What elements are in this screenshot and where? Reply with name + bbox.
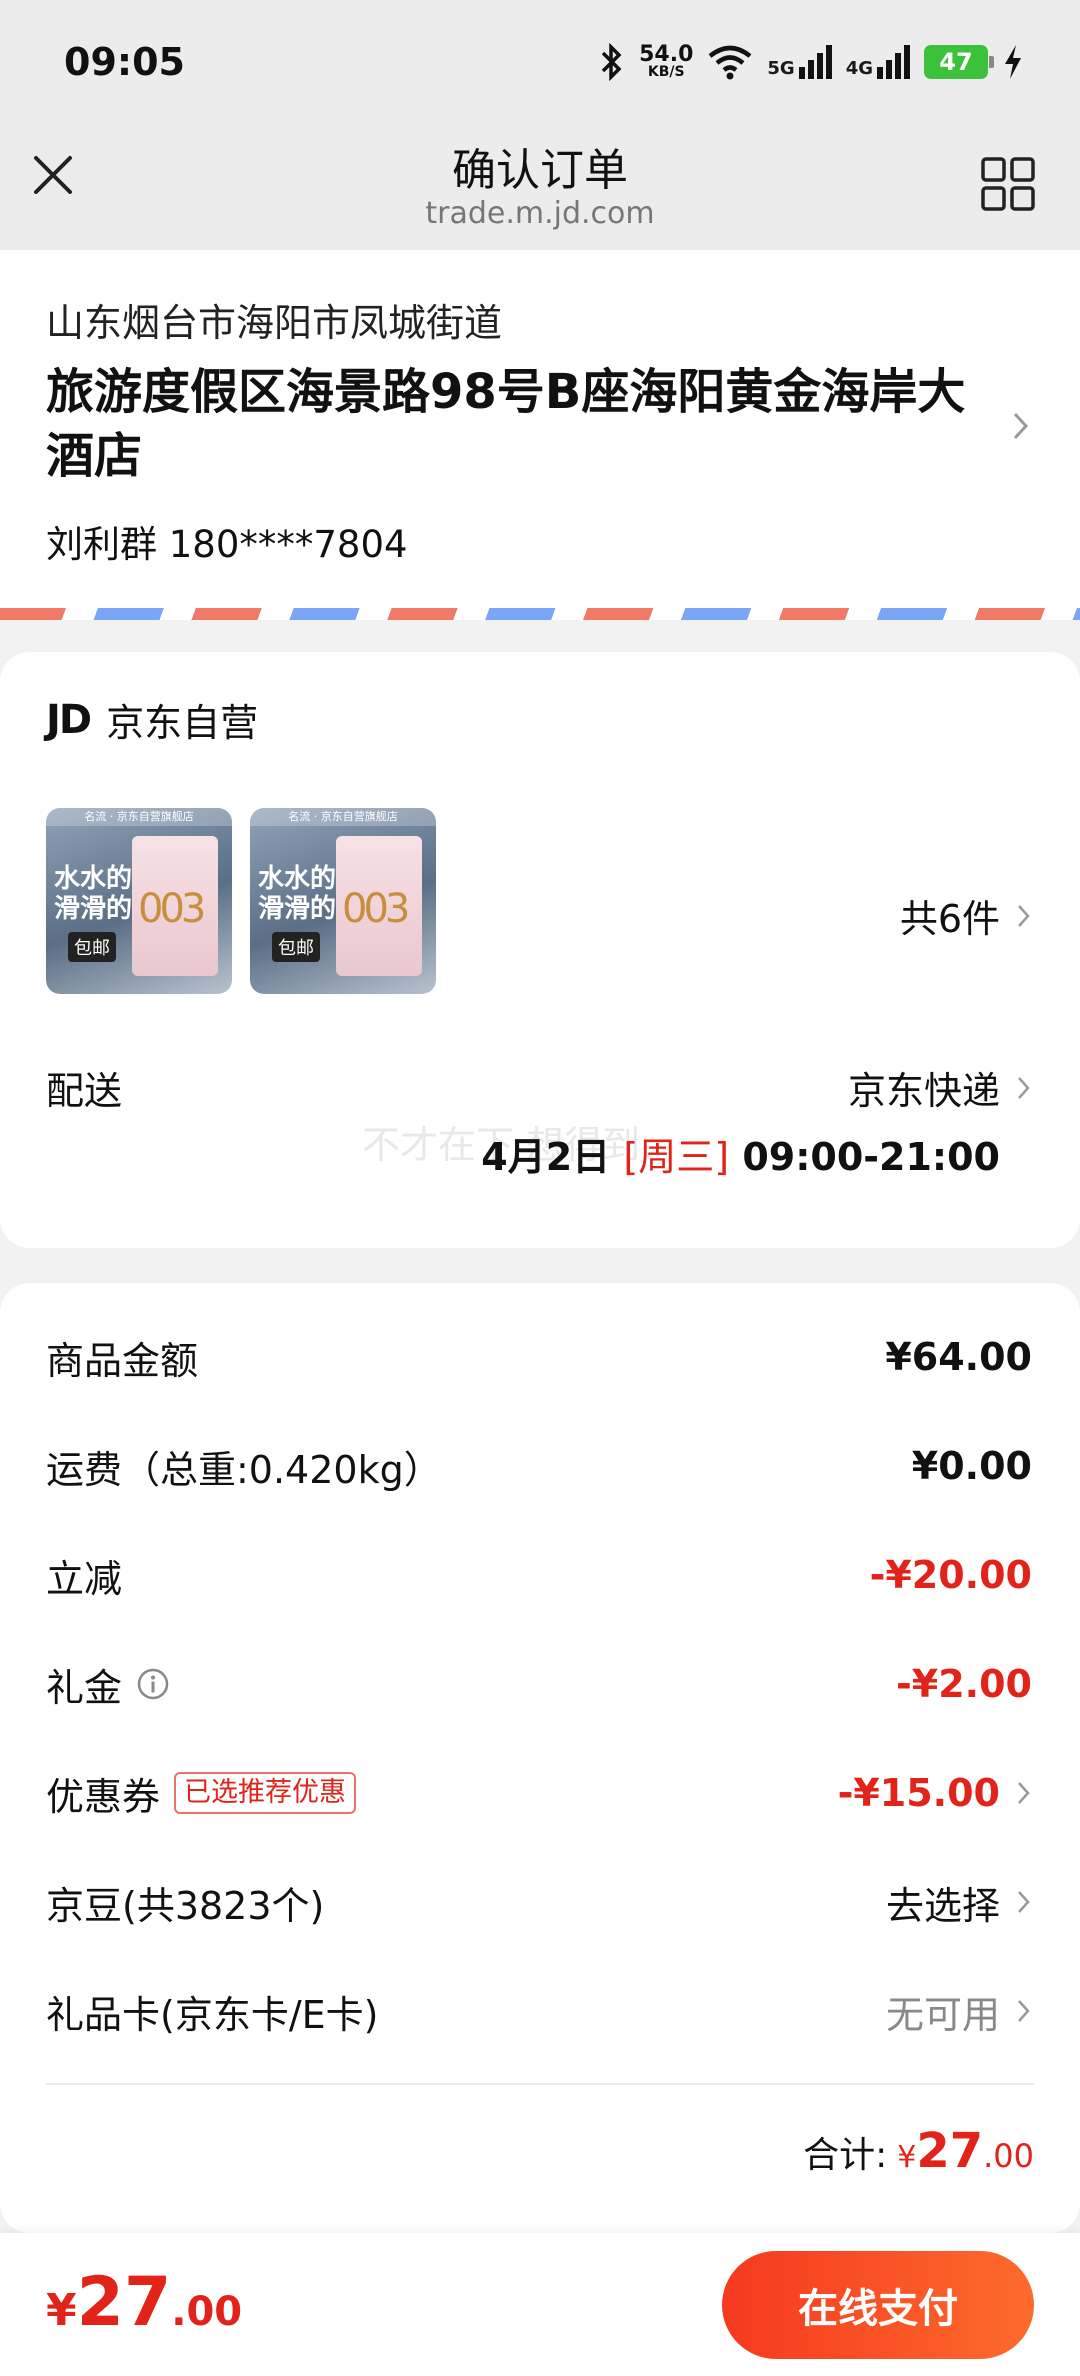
page-url: trade.m.jd.com — [425, 196, 655, 231]
status-time: 09:05 — [64, 40, 185, 84]
product-box: 003 — [132, 836, 218, 976]
chevron-right-icon — [1018, 1782, 1030, 1804]
divider — [46, 2083, 1034, 2085]
product-thumbnail[interactable]: 名流 · 京东自营旗舰店 003 水水的 滑滑的 包邮 — [46, 808, 232, 994]
coupon-badge: 已选推荐优惠 — [174, 1772, 357, 1814]
price-row-coupon[interactable]: 优惠券 已选推荐优惠 -¥15.00 — [46, 1763, 1032, 1823]
address-detail: 旅游度假区海景路98号B座海阳黄金海岸大酒店 — [46, 364, 966, 484]
status-bar: 09:05 54.0 KB/S 5G 4G 47 — [0, 0, 1080, 120]
checkout-bar: ¥ 27 .00 在线支付 — [0, 2233, 1080, 2376]
charging-icon — [1005, 45, 1021, 79]
price-row-discount: 立减 -¥20.00 — [46, 1553, 1032, 1601]
product-thumbnails: 名流 · 京东自营旗舰店 003 水水的 滑滑的 包邮 名流 · 京东自营旗舰店 … — [46, 808, 436, 994]
order-total: 合计: ¥ 27 .00 — [803, 2123, 1034, 2179]
product-headline: 水水的 滑滑的 — [54, 864, 133, 924]
price-row-jd-beans[interactable]: 京豆(共3823个) 去选择 — [46, 1872, 1032, 1932]
price-row-gift-money: 礼金 -¥2.00 — [46, 1662, 1032, 1710]
price-row-gift-card[interactable]: 礼品卡(京东卡/E卡) 无可用 — [46, 1981, 1032, 2041]
delivery-time: 4月2日 [周三] 09:00-21:00 — [481, 1135, 1000, 1179]
chevron-right-icon — [1018, 1076, 1030, 1099]
price-row-goods: 商品金额 ¥64.00 — [46, 1335, 1032, 1383]
status-icons: 54.0 KB/S 5G 4G 47 — [599, 38, 1024, 86]
bluetooth-icon — [601, 43, 622, 81]
item-count-link[interactable]: 共6件 — [900, 888, 1032, 943]
page-header: 确认订单 trade.m.jd.com — [0, 120, 1080, 250]
delivery-label: 配送 — [46, 1069, 123, 1113]
chevron-right-icon — [1013, 412, 1029, 440]
signal-bars-icon — [877, 45, 910, 79]
address-contact: 刘利群 180****7804 — [46, 523, 408, 566]
signal-5g: 5G — [767, 45, 832, 79]
chevron-right-icon — [1018, 904, 1030, 927]
chevron-right-icon — [1018, 2000, 1030, 2022]
page-title: 确认订单 — [452, 145, 628, 196]
signal-bars-icon — [798, 45, 832, 79]
price-summary-card: 商品金额 ¥64.00 运费（总重:0.420kg） ¥0.00 立减 -¥20… — [0, 1283, 1080, 2233]
store-header: JD 京东自营 — [46, 692, 258, 747]
signal-4g: 4G — [846, 45, 910, 79]
network-speed: 54.0 KB/S — [639, 42, 694, 80]
free-shipping-tag: 包邮 — [68, 932, 116, 962]
delivery-method[interactable]: 京东快递 — [848, 1060, 1032, 1115]
product-thumbnail[interactable]: 名流 · 京东自营旗舰店 003 水水的 滑滑的 包邮 — [250, 808, 436, 994]
address-card[interactable]: 山东烟台市海阳市凤城街道 旅游度假区海景路98号B座海阳黄金海岸大酒店 刘利群 … — [0, 250, 1080, 620]
grid-menu-icon[interactable] — [980, 156, 1036, 212]
pay-online-button[interactable]: 在线支付 — [722, 2251, 1034, 2359]
address-region: 山东烟台市海阳市凤城街道 — [46, 301, 503, 345]
airmail-border — [0, 608, 1080, 620]
wifi-icon — [708, 45, 752, 80]
free-shipping-tag: 包邮 — [272, 932, 320, 962]
price-row-shipping: 运费（总重:0.420kg） ¥0.00 — [46, 1444, 1032, 1492]
info-icon[interactable] — [136, 1667, 170, 1701]
store-name: 京东自营 — [106, 701, 259, 745]
battery-indicator: 47 — [924, 45, 994, 79]
product-box: 003 — [336, 836, 422, 976]
chevron-right-icon — [1018, 1891, 1030, 1913]
jd-logo: JD — [46, 696, 92, 743]
order-items-card: JD 京东自营 名流 · 京东自营旗舰店 003 水水的 滑滑的 包邮 名流 · … — [0, 652, 1080, 1248]
product-headline: 水水的 滑滑的 — [258, 864, 337, 924]
checkout-price: ¥ 27 .00 — [46, 2263, 243, 2342]
